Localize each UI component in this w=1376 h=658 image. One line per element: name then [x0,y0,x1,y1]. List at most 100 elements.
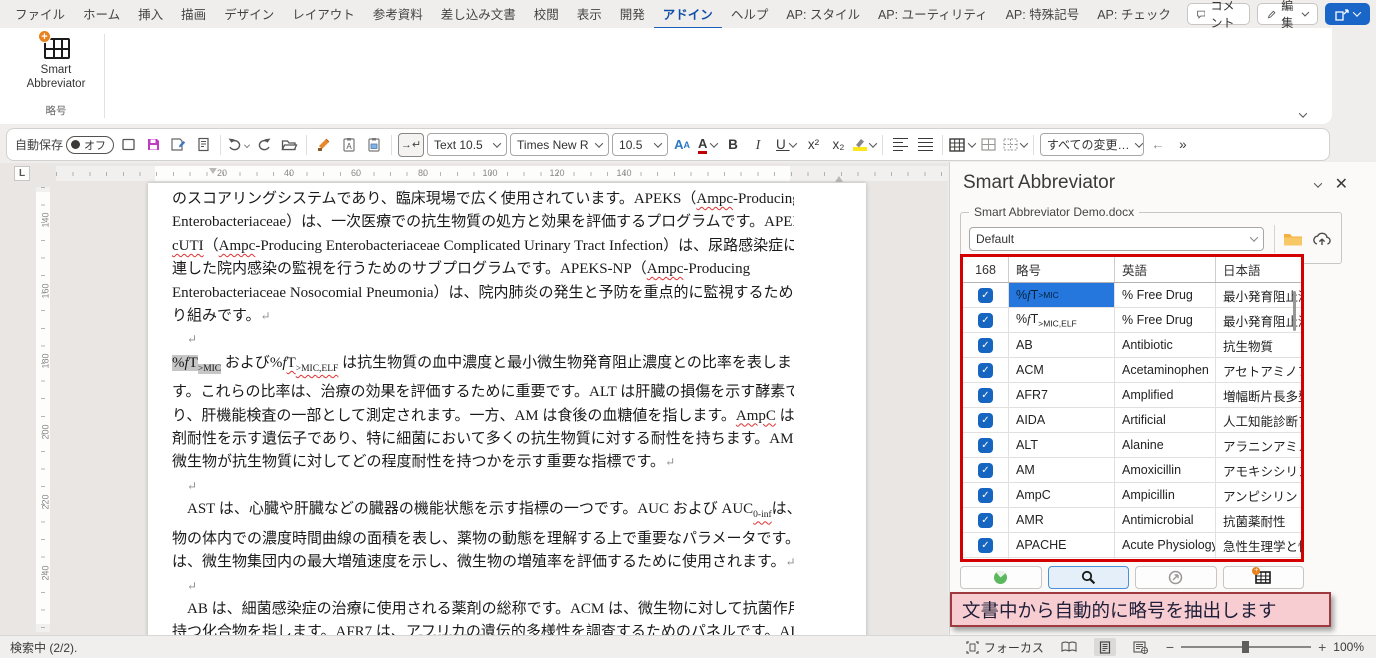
table-row[interactable]: ✓%fT>MIC,ELF% Free Drug最小発育阻止濃度 [963,308,1301,333]
read-mode-button[interactable] [1058,638,1080,656]
menu-tab[interactable]: ヘルプ [722,0,778,29]
table-row[interactable]: ✓ABAntibiotic抗生物質 [963,333,1301,358]
open-button[interactable] [278,133,300,157]
extract-search-button[interactable] [1048,566,1130,589]
search-status[interactable]: 検索中 (2/2). [10,639,77,656]
print-preview-button[interactable] [192,133,214,157]
table-row[interactable]: ✓APEKSAmpc-ProducingAmpC産生エンテロ [963,558,1301,562]
menu-tab[interactable]: 校閲 [525,0,568,29]
table-row[interactable]: ✓AIDAArtificial人工知能診断アシス [963,408,1301,433]
print-layout-button[interactable] [1094,638,1116,656]
table-row[interactable]: ✓APACHEAcute Physiology急性生理学と慢性 [963,533,1301,558]
align-left-button[interactable] [889,133,911,157]
style-dropdown[interactable]: Text 10.5 [427,133,507,156]
font-color-button[interactable]: A [696,133,719,157]
apply-button[interactable] [1135,566,1217,589]
undo-button[interactable] [227,133,250,157]
row-checkbox[interactable]: ✓ [978,463,993,478]
row-checkbox[interactable]: ✓ [978,488,993,503]
toolbar-overflow-button[interactable]: » [1172,133,1194,157]
superscript-button[interactable]: x² [803,133,825,157]
menu-tab[interactable]: AP: チェック [1088,0,1180,29]
web-layout-button[interactable] [1130,638,1152,656]
zoom-value[interactable]: 100% [1333,640,1364,654]
menu-tab[interactable]: ホーム [74,0,129,29]
menu-tab[interactable]: 挿入 [129,0,172,29]
horizontal-ruler[interactable]: 20406080100120140 [56,166,948,181]
zoom-slider-thumb[interactable] [1242,641,1249,653]
first-line-indent-marker[interactable] [209,168,217,174]
changes-dropdown[interactable]: すべての変更… [1040,133,1144,156]
row-checkbox[interactable]: ✓ [978,288,993,303]
insert-abbrev-table-button[interactable]: + [1223,566,1305,589]
column-header-abbr[interactable]: 略号 [1009,257,1115,282]
format-painter-button[interactable] [313,133,335,157]
zoom-slider[interactable] [1181,646,1311,648]
highlight-button[interactable] [853,133,877,157]
align-justify-button[interactable] [914,133,936,157]
table-scrollbar[interactable] [1293,291,1296,331]
row-checkbox[interactable]: ✓ [978,413,993,428]
focus-mode-button[interactable]: フォーカス [966,639,1044,656]
save-button[interactable] [142,133,164,157]
zoom-out-button[interactable]: − [1166,639,1174,655]
table-draw-button[interactable] [1003,133,1027,157]
comments-button[interactable]: コメント [1187,3,1250,25]
smart-abbreviator-button[interactable]: + Smart Abbreviator [13,32,99,92]
autosave-toggle[interactable]: オフ [66,136,114,154]
insert-table-button[interactable] [949,133,974,157]
pane-close-icon[interactable]: ✕ [1335,174,1348,194]
editing-mode-button[interactable]: 編集 [1257,3,1318,25]
wrap-return-button[interactable]: →↵ [398,133,424,157]
new-document-button[interactable] [117,133,139,157]
vertical-ruler[interactable]: 140160180200220240 [36,187,50,632]
row-checkbox[interactable]: ✓ [978,513,993,528]
table-borders-button[interactable] [978,133,1000,157]
menu-tab[interactable]: AP: 特殊記号 [997,0,1089,29]
grow-font-button[interactable]: AA [671,133,693,157]
paste-text-button[interactable]: A [338,133,360,157]
menu-tab[interactable]: AP: スタイル [777,0,869,29]
bold-button[interactable]: B [722,133,744,157]
column-header-japanese[interactable]: 日本語 [1216,257,1301,282]
analyze-button[interactable] [960,566,1042,589]
table-row[interactable]: ✓AMAmoxicillinアモキシシリン [963,458,1301,483]
menu-tab[interactable]: デザイン [215,0,283,29]
font-name-dropdown[interactable]: Times New R [510,133,609,156]
column-header-english[interactable]: 英語 [1115,257,1216,282]
save-as-button[interactable] [167,133,189,157]
table-row[interactable]: ✓ALTAlanineアラニンアミノトランス [963,433,1301,458]
zoom-in-button[interactable]: + [1318,639,1326,655]
menu-tab[interactable]: アドイン [654,0,722,29]
table-row[interactable]: ✓%fT>MIC% Free Drug最小発育阻止濃度 [963,283,1301,308]
menu-tab[interactable]: 描画 [172,0,215,29]
row-checkbox[interactable]: ✓ [978,313,993,328]
font-size-dropdown[interactable]: 10.5 [612,133,668,156]
cloud-upload-button[interactable] [1310,227,1334,251]
row-checkbox[interactable]: ✓ [978,338,993,353]
open-profile-button[interactable] [1281,227,1305,251]
tab-selector[interactable]: L [14,166,30,181]
table-row[interactable]: ✓ACMAcetaminophenアセトアミノフェン [963,358,1301,383]
right-indent-marker[interactable] [835,176,843,182]
menu-tab[interactable]: 表示 [568,0,611,29]
profile-dropdown[interactable]: Default [969,227,1264,251]
back-button[interactable]: ← [1147,133,1169,157]
italic-button[interactable]: I [747,133,769,157]
menu-tab[interactable]: ファイル [6,0,74,29]
menu-tab[interactable]: AP: ユーティリティ [869,0,997,29]
underline-button[interactable]: U [772,133,800,157]
document-text[interactable]: のスコアリングシステムであり、臨床現場で広く使用されています。APEKS（Amp… [172,188,794,635]
paste-image-button[interactable] [363,133,385,157]
row-checkbox[interactable]: ✓ [978,388,993,403]
row-checkbox[interactable]: ✓ [978,438,993,453]
ribbon-collapse-icon[interactable] [1299,109,1307,117]
row-checkbox[interactable]: ✓ [978,538,993,553]
row-checkbox[interactable]: ✓ [978,363,993,378]
redo-button[interactable] [253,133,275,157]
column-header-count[interactable]: 168 [963,257,1009,282]
menu-tab[interactable]: レイアウト [283,0,364,29]
table-row[interactable]: ✓AFR7Amplified増幅断片長多型性 [963,383,1301,408]
menu-tab[interactable]: 参考資料 [364,0,432,29]
menu-tab[interactable]: 差し込み文書 [432,0,525,29]
